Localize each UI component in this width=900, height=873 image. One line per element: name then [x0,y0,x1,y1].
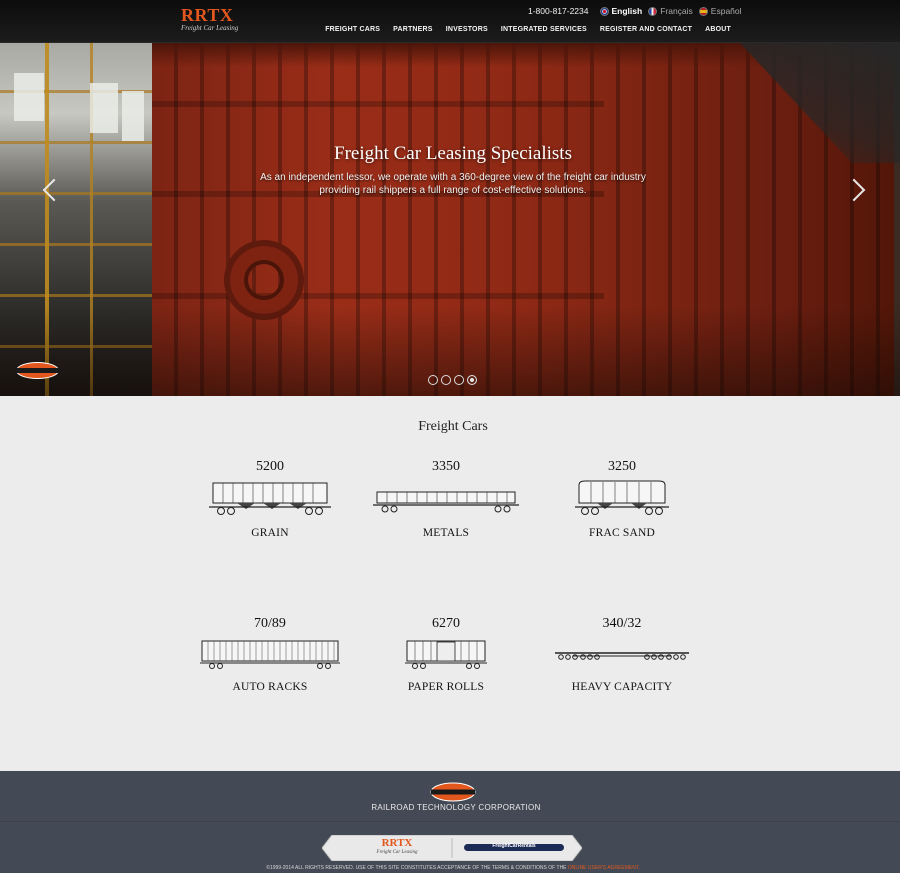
nav-integrated-services[interactable]: INTEGRATED SERVICES [501,26,587,33]
car-metals[interactable]: 3350 METALS [366,459,526,539]
logo-main-text: RRTX [181,5,234,25]
carousel-prev-arrow-icon[interactable] [40,177,60,205]
nav-register-and-contact[interactable]: REGISTER AND CONTACT [600,26,692,33]
france-flag-icon [648,6,658,16]
corporation-name: RAILROAD TECHNOLOGY CORPORATION [371,803,541,812]
nav-about[interactable]: ABOUT [705,26,731,33]
freightcar-badge-logo[interactable] [14,361,61,380]
gondola-car-icon [373,491,519,513]
car-number: 70/89 [254,616,286,631]
rrtx-logo[interactable]: RRTX Freight Car Leasing [181,5,239,32]
hero-window [90,83,118,133]
hero-carousel: Freight Car Leasing Specialists As an in… [0,43,900,396]
freightcar-footer-logo[interactable] [429,782,477,802]
partner-banner: RRTX Freight Car Leasing FreightCarRenta… [322,835,582,861]
banner-rrtx-link[interactable]: RRTX Freight Car Leasing [362,838,432,856]
logo-tagline: Freight Car Leasing [181,24,239,32]
car-frac-sand[interactable]: 3250 FRAC SAND [542,459,702,539]
site-footer: RAILROAD TECHNOLOGY CORPORATION RRTX Fre… [0,771,900,873]
car-number: 5200 [256,459,284,474]
carousel-next-arrow-icon[interactable] [846,177,866,205]
language-french[interactable]: Français [648,6,693,16]
nav-investors[interactable]: INVESTORS [446,26,488,33]
hero-title: Freight Car Leasing Specialists [334,143,572,164]
carousel-dot-4[interactable] [467,375,477,385]
language-label: Français [660,6,693,16]
banner-rrtx-tagline: Freight Car Leasing [376,850,418,855]
car-number: 3350 [432,459,460,474]
car-name: PAPER ROLLS [407,681,485,693]
car-auto-racks[interactable]: 70/89 AUTO RACKS [190,616,350,693]
language-label: Español [710,6,742,16]
car-name: HEAVY CAPACITY [571,681,673,693]
car-name: METALS [422,527,470,539]
legal-notice: ©1999-2014 ALL RIGHTS RESERVED. USE OF T… [0,865,900,871]
main-nav: FREIGHT CARS PARTNERS INVESTORS INTEGRAT… [312,26,731,33]
hero-boxcar-rib [152,293,604,299]
hero-boxcar-rib [152,101,604,107]
carousel-indicators [428,375,477,385]
banner-freightcarrentals-text: FreightCarRentals [492,843,536,849]
boxcar-icon [405,640,487,669]
flatcar-icon [555,652,689,660]
footer-divider [0,821,900,822]
utility-bar: 1-800-817-2234 English Français Español [528,5,748,17]
car-number: 340/32 [602,616,642,631]
car-name: FRAC SAND [588,527,656,539]
banner-rrtx-text: RRTX [381,837,413,849]
covered-hopper-icon [575,480,669,515]
car-heavy-capacity[interactable]: 340/32 HEAVY CAPACITY [542,616,702,693]
hero-subtitle: As an independent lessor, we operate wit… [260,172,646,196]
car-number: 3250 [608,459,636,474]
legal-text: ©1999-2014 ALL RIGHTS RESERVED. USE OF T… [266,865,567,871]
user-agreement-link[interactable]: ONLINE USER'S AGREEMENT. [568,865,640,871]
site-header: RRTX Freight Car Leasing 1-800-817-2234 … [0,0,900,43]
nav-freight-cars[interactable]: FREIGHT CARS [325,26,380,33]
hero-window [14,73,44,121]
nav-partners[interactable]: PARTNERS [393,26,433,33]
language-label: English [611,6,643,16]
phone-number[interactable]: 1-800-817-2234 [528,6,589,16]
car-number: 6270 [432,616,460,631]
carousel-dot-2[interactable] [441,375,451,385]
carousel-dot-3[interactable] [454,375,464,385]
carousel-dot-1[interactable] [428,375,438,385]
spain-flag-icon [698,6,708,16]
car-paper-rolls[interactable]: 6270 PAPER ROLLS [366,616,526,693]
car-name: GRAIN [251,527,289,539]
uk-flag-icon [599,6,609,16]
banner-freightcarrentals-link[interactable]: FreightCarRentals [464,841,564,855]
autorack-car-icon [200,640,340,669]
language-spanish[interactable]: Español [698,6,742,16]
language-english[interactable]: English [599,6,643,16]
freight-cars-heading: Freight Cars [418,419,488,434]
hopper-car-icon [209,482,331,515]
hero-window [122,91,144,141]
car-name: AUTO RACKS [232,681,308,693]
car-grain[interactable]: 5200 GRAIN [190,459,350,539]
